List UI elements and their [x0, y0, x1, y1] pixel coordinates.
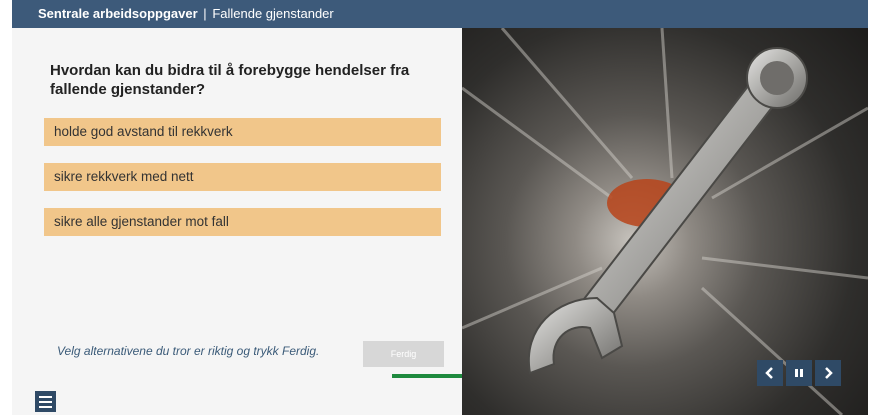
- topic-title: Fallende gjenstander: [212, 6, 334, 21]
- hamburger-menu-icon[interactable]: [35, 391, 56, 412]
- chevron-left-icon[interactable]: [757, 360, 783, 386]
- answer-option-3[interactable]: sikre alle gjenstander mot fall: [44, 208, 441, 236]
- answer-option-2[interactable]: sikre rekkverk med nett: [44, 163, 441, 191]
- course-player: Sentrale arbeidsoppgaver | Fallende gjen…: [12, 0, 868, 415]
- question-panel: Hvordan kan du bidra til å forebygge hen…: [12, 28, 462, 415]
- question-text: Hvordan kan du bidra til å forebygge hen…: [50, 62, 410, 98]
- title-separator: |: [203, 6, 207, 21]
- course-title: Sentrale arbeidsoppgaver: [38, 6, 198, 21]
- done-button[interactable]: Ferdig: [363, 341, 444, 367]
- chevron-right-icon[interactable]: [815, 360, 841, 386]
- instruction-text: Velg alternativene du tror er riktig og …: [57, 344, 320, 358]
- wrench-illustration: [462, 28, 868, 415]
- title-bar: Sentrale arbeidsoppgaver | Fallende gjen…: [12, 0, 868, 28]
- answer-option-1[interactable]: holde god avstand til rekkverk: [44, 118, 441, 146]
- wrench-photo: [462, 28, 868, 415]
- pause-icon[interactable]: [786, 360, 812, 386]
